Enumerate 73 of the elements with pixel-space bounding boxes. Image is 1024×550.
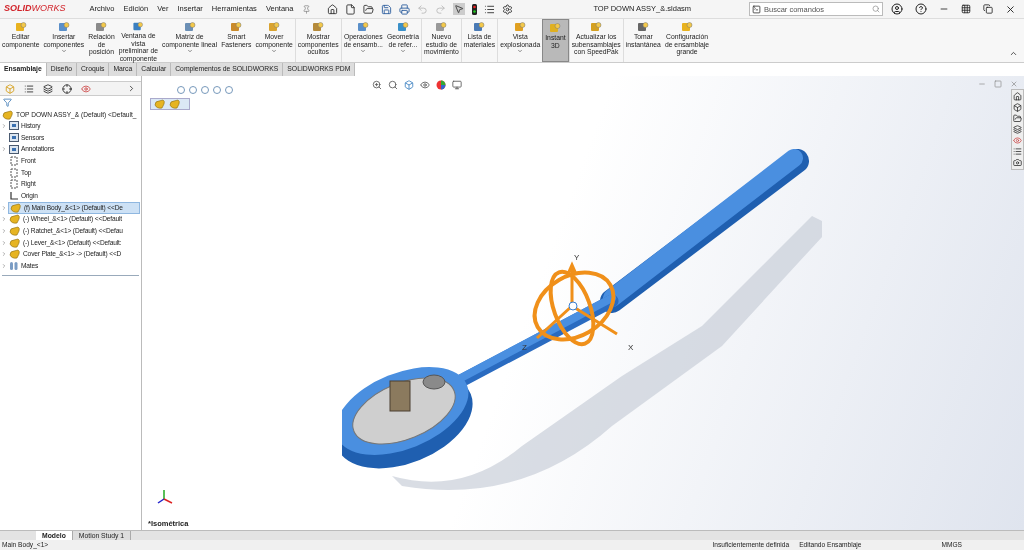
layout-icon[interactable] <box>961 4 971 14</box>
plane-icon <box>9 167 19 178</box>
tool-icon <box>230 21 243 33</box>
dimxpert-icon[interactable] <box>62 83 72 94</box>
filter-icon[interactable] <box>3 98 12 107</box>
tool-icon <box>681 21 693 33</box>
logo: SOLIDWORKS <box>4 2 66 16</box>
part-icon <box>9 214 21 225</box>
zoom-icon[interactable] <box>372 80 382 90</box>
home-icon[interactable] <box>327 3 339 15</box>
axis-label: X <box>628 344 634 352</box>
pin-icon[interactable] <box>302 4 312 14</box>
hide-show-icon[interactable] <box>420 80 430 90</box>
tool-icon <box>590 21 603 33</box>
collapse-icon[interactable] <box>1009 49 1018 58</box>
open-icon[interactable] <box>363 3 375 15</box>
tool-icon <box>473 21 486 33</box>
part-icon <box>154 99 166 109</box>
new-file-icon[interactable] <box>345 3 357 15</box>
account-icon[interactable] <box>891 3 903 15</box>
tool-icon <box>312 21 325 33</box>
select-button[interactable] <box>453 3 466 15</box>
caret-icon <box>60 48 67 54</box>
save-icon[interactable] <box>381 3 393 15</box>
help-icon[interactable] <box>915 3 927 15</box>
caret-icon <box>517 48 524 54</box>
part-icon <box>9 237 21 248</box>
traffic-light-icon[interactable] <box>472 3 478 15</box>
tool-icon <box>549 22 562 34</box>
print-icon[interactable] <box>399 3 411 15</box>
origin-icon <box>9 190 19 201</box>
tool-icon <box>435 21 448 33</box>
more-icon[interactable] <box>127 84 136 93</box>
search-icon[interactable] <box>872 5 880 13</box>
axis-label: Z <box>522 344 527 352</box>
caret-icon <box>399 48 406 54</box>
close-icon[interactable] <box>1005 3 1016 15</box>
tool-icon <box>57 21 70 33</box>
triad-icon <box>157 489 173 505</box>
settings-icon[interactable] <box>502 3 514 15</box>
tool-icon <box>268 21 281 33</box>
layers-icon[interactable] <box>1013 125 1022 134</box>
part-icon <box>10 202 22 213</box>
terminal-icon <box>752 4 761 14</box>
restore-icon[interactable] <box>983 4 993 14</box>
tool-icon <box>183 21 196 33</box>
tool-icon <box>396 21 409 33</box>
caret-icon <box>271 48 278 54</box>
view-orientation-icon[interactable] <box>404 80 414 90</box>
axis-label: Y <box>574 254 580 262</box>
options-list-icon[interactable] <box>484 3 496 15</box>
tool-icon <box>95 21 108 33</box>
part-icon <box>169 99 181 109</box>
tool-icon <box>132 21 145 32</box>
tool-icon <box>14 21 27 33</box>
home-icon[interactable] <box>1013 92 1022 101</box>
caret-icon <box>360 48 367 54</box>
breadcrumb[interactable] <box>150 98 190 110</box>
properties-icon[interactable] <box>1013 147 1022 156</box>
tool-icon <box>637 21 650 33</box>
plane-icon <box>9 155 19 166</box>
part-icon <box>9 226 21 237</box>
part-icon <box>2 109 14 120</box>
mates-icon <box>9 261 19 272</box>
caret-icon <box>186 48 193 54</box>
property-icon[interactable] <box>24 83 34 94</box>
camera-icon[interactable] <box>1013 158 1022 167</box>
tool-icon <box>514 21 527 33</box>
tool-icon <box>357 21 370 33</box>
configuration-icon[interactable] <box>43 83 53 94</box>
part-icon <box>9 249 21 260</box>
zoom-area-icon[interactable] <box>388 80 398 90</box>
plane-icon <box>9 179 19 190</box>
